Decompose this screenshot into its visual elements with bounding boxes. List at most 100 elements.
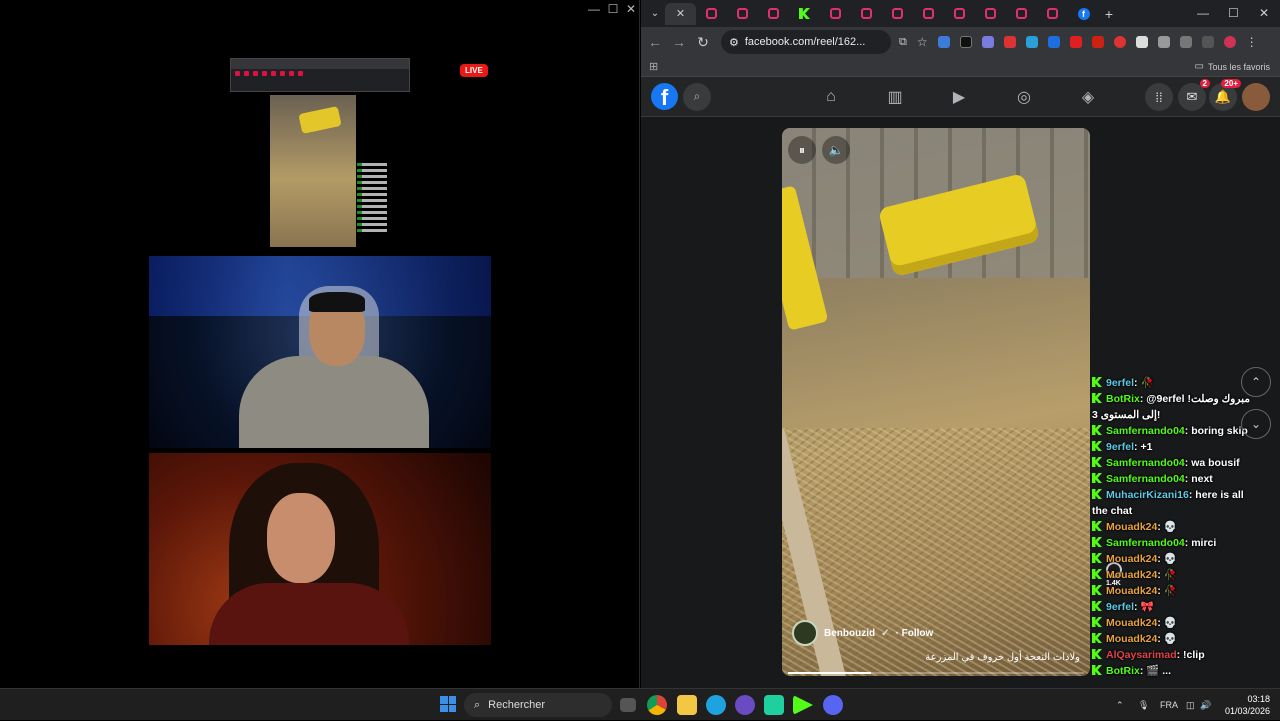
reel-progress[interactable] — [788, 672, 1084, 674]
apps-icon[interactable]: ⊞ — [649, 60, 658, 73]
tab-instagram[interactable] — [820, 3, 851, 25]
extension-icon[interactable] — [1135, 36, 1148, 48]
chrome-icon[interactable] — [647, 695, 667, 715]
chat-username[interactable]: Mouadk24 — [1106, 617, 1157, 629]
chat-username[interactable]: 9erfel — [1106, 601, 1134, 613]
chat-username[interactable]: Samfernando04 — [1106, 473, 1185, 485]
home-icon[interactable]: ⌂ — [811, 77, 851, 117]
chat-username[interactable]: 9erfel — [1106, 441, 1134, 453]
tab-instagram[interactable] — [882, 3, 913, 25]
groups-icon[interactable]: ◎ — [1004, 77, 1044, 117]
extension-icon[interactable] — [981, 36, 994, 48]
discord-icon[interactable] — [823, 695, 843, 715]
tab-instagram[interactable] — [851, 3, 882, 25]
all-bookmarks-link[interactable]: Tous les favoris — [1208, 62, 1270, 72]
browser-maximize-button[interactable]: ☐ — [1228, 6, 1239, 20]
extension-icon[interactable] — [959, 36, 972, 48]
volume-icon[interactable]: 🔈 — [822, 136, 850, 164]
app-icon[interactable] — [764, 695, 784, 715]
file-explorer-icon[interactable] — [677, 695, 697, 715]
microphone-icon[interactable]: 🎙 — [1138, 689, 1149, 721]
close-button[interactable]: ✕ — [622, 2, 640, 16]
chat-username[interactable]: Mouadk24 — [1106, 585, 1157, 597]
extension-icon[interactable] — [1003, 36, 1016, 48]
follow-button[interactable]: · Follow — [896, 628, 934, 639]
tab-instagram[interactable] — [1006, 3, 1037, 25]
network-icon[interactable]: ◫ — [1186, 689, 1195, 721]
reel-video[interactable]: ⏸ 🔈 Benbouzid ✓ · Follow ولادات النعجة أ… — [782, 128, 1090, 676]
search-icon[interactable]: ⌕ — [683, 82, 711, 111]
extension-icon[interactable] — [1069, 36, 1082, 48]
tab-active[interactable]: ✕ — [665, 2, 696, 25]
chat-username[interactable]: Mouadk24 — [1106, 569, 1157, 581]
messenger-icon[interactable]: ✉ 2 — [1178, 79, 1210, 111]
edge-icon[interactable] — [706, 695, 726, 715]
task-view-icon[interactable] — [620, 698, 636, 712]
extension-icon[interactable] — [937, 36, 950, 48]
pause-icon[interactable]: ⏸ — [788, 136, 816, 164]
extension-icon[interactable] — [1025, 36, 1038, 48]
reload-icon[interactable]: ↻ — [691, 34, 715, 51]
tab-instagram[interactable] — [696, 3, 727, 25]
chat-username[interactable]: Samfernando04 — [1106, 457, 1185, 469]
tray-overflow-icon[interactable]: ⌃ — [1116, 689, 1124, 721]
browser-minimize-button[interactable]: — — [1197, 6, 1209, 20]
taskbar-clock[interactable]: 03:18 01/03/2026 — [1222, 693, 1270, 717]
chat-username[interactable]: Samfernando04 — [1106, 425, 1185, 437]
extensions-puzzle-icon[interactable] — [1179, 36, 1192, 48]
chat-username[interactable]: MuhacirKizani16 — [1106, 489, 1189, 501]
author-name[interactable]: Benbouzid — [824, 628, 875, 639]
language-indicator[interactable]: FRA — [1160, 689, 1178, 721]
chat-username[interactable]: Mouadk24 — [1106, 553, 1157, 565]
next-reel-button[interactable]: ⌄ — [1241, 409, 1271, 439]
tab-instagram[interactable] — [727, 3, 758, 25]
start-button[interactable] — [440, 696, 456, 712]
tab-kick[interactable] — [789, 3, 820, 25]
chat-username[interactable]: Mouadk24 — [1106, 633, 1157, 645]
dashboard-icon[interactable]: ▥ — [875, 77, 915, 117]
profile-avatar[interactable] — [1223, 36, 1236, 48]
chat-username[interactable]: BotRix — [1106, 393, 1140, 405]
kick-app-icon[interactable] — [793, 695, 813, 715]
tab-instagram[interactable] — [758, 3, 789, 25]
gaming-icon[interactable]: ◈ — [1068, 77, 1108, 117]
maximize-button[interactable]: ☐ — [604, 2, 622, 16]
forward-icon[interactable]: → — [667, 34, 691, 50]
facebook-logo[interactable]: f — [651, 83, 678, 110]
new-tab-button[interactable]: + — [1099, 4, 1119, 24]
extension-icon[interactable] — [1047, 36, 1060, 48]
bookmark-star-icon[interactable]: ☆ — [917, 35, 928, 49]
url-field[interactable]: ⚙ facebook.com/reel/162... — [721, 30, 891, 54]
account-avatar[interactable] — [1242, 83, 1270, 111]
minimize-button[interactable]: — — [585, 2, 603, 16]
chat-username[interactable]: AlQaysarimad — [1106, 649, 1177, 661]
tab-facebook[interactable]: f — [1068, 3, 1099, 25]
chat-username[interactable]: 9erfel — [1106, 377, 1134, 389]
menu-icon[interactable]: ⋮ — [1246, 35, 1258, 49]
previous-reel-button[interactable]: ⌃ — [1241, 367, 1271, 397]
tab-instagram[interactable] — [913, 3, 944, 25]
back-icon[interactable]: ← — [643, 34, 667, 50]
extension-icon[interactable] — [1091, 36, 1104, 48]
media-icon[interactable] — [1201, 36, 1214, 48]
chat-username[interactable]: Mouadk24 — [1106, 521, 1157, 533]
extension-icon[interactable] — [1157, 36, 1170, 48]
taskbar-search[interactable]: ⌕ Rechercher — [464, 693, 612, 717]
install-app-icon[interactable]: ⧉ — [899, 36, 907, 49]
author-avatar[interactable] — [792, 620, 818, 646]
notifications-icon[interactable]: 🔔 20+ — [1209, 79, 1241, 111]
tab-instagram[interactable] — [975, 3, 1006, 25]
chat-username[interactable]: Samfernando04 — [1106, 537, 1185, 549]
browser-close-button[interactable]: ✕ — [1259, 6, 1269, 20]
menu-grid-icon[interactable]: ⁞⁞ — [1145, 83, 1173, 111]
tab-instagram[interactable] — [1037, 3, 1068, 25]
site-info-icon[interactable]: ⚙ — [729, 36, 739, 49]
volume-icon[interactable]: 🔊 — [1200, 689, 1211, 721]
reels-icon[interactable]: ▶ — [939, 77, 979, 117]
close-tab-icon[interactable]: ✕ — [676, 7, 685, 20]
extension-icon[interactable] — [1113, 36, 1126, 48]
chat-username[interactable]: BotRix — [1106, 665, 1140, 677]
tab-search-icon[interactable]: ⌄ — [645, 4, 665, 24]
tab-instagram[interactable] — [944, 3, 975, 25]
app-icon[interactable] — [735, 695, 755, 715]
